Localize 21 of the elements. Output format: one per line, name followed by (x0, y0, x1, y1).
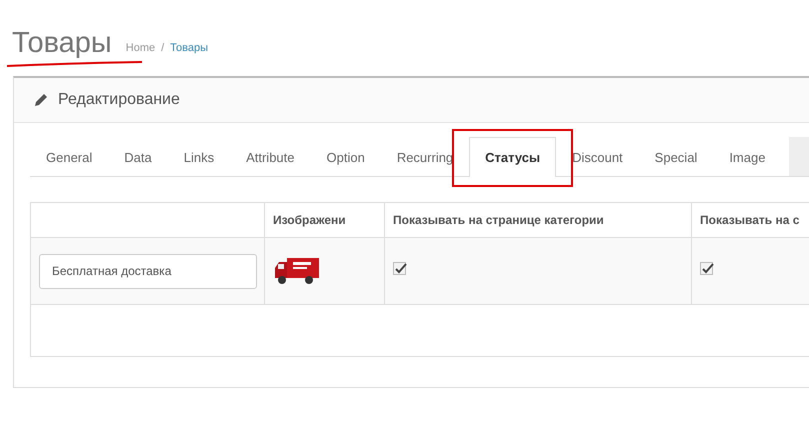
breadcrumb-separator: / (161, 40, 164, 56)
column-header: Показывать на странице категории (384, 202, 692, 238)
name-input[interactable]: Бесплатная доставка (39, 254, 257, 288)
breadcrumb-link[interactable]: Товары (170, 40, 208, 56)
breadcrumb-item: Home (126, 40, 156, 56)
tab[interactable]: General (30, 137, 108, 176)
panel-title: Редактирование (58, 90, 180, 110)
checkbox[interactable] (700, 262, 713, 275)
truck-icon (273, 256, 321, 286)
tab[interactable]: Recurring (380, 137, 470, 176)
tab[interactable]: Discount (556, 137, 639, 176)
tab[interactable]: Data (108, 137, 168, 176)
tab[interactable]: Option (310, 137, 381, 176)
pencil-icon (34, 93, 48, 107)
page-title: Товары (12, 26, 112, 60)
tab[interactable]: Links (168, 137, 230, 176)
tab[interactable]: Attribute (230, 137, 310, 176)
tab[interactable]: Image (713, 137, 782, 176)
tab[interactable]: Special (638, 137, 714, 176)
tab[interactable]: Статусы (469, 137, 556, 177)
checkbox[interactable] (393, 262, 406, 275)
